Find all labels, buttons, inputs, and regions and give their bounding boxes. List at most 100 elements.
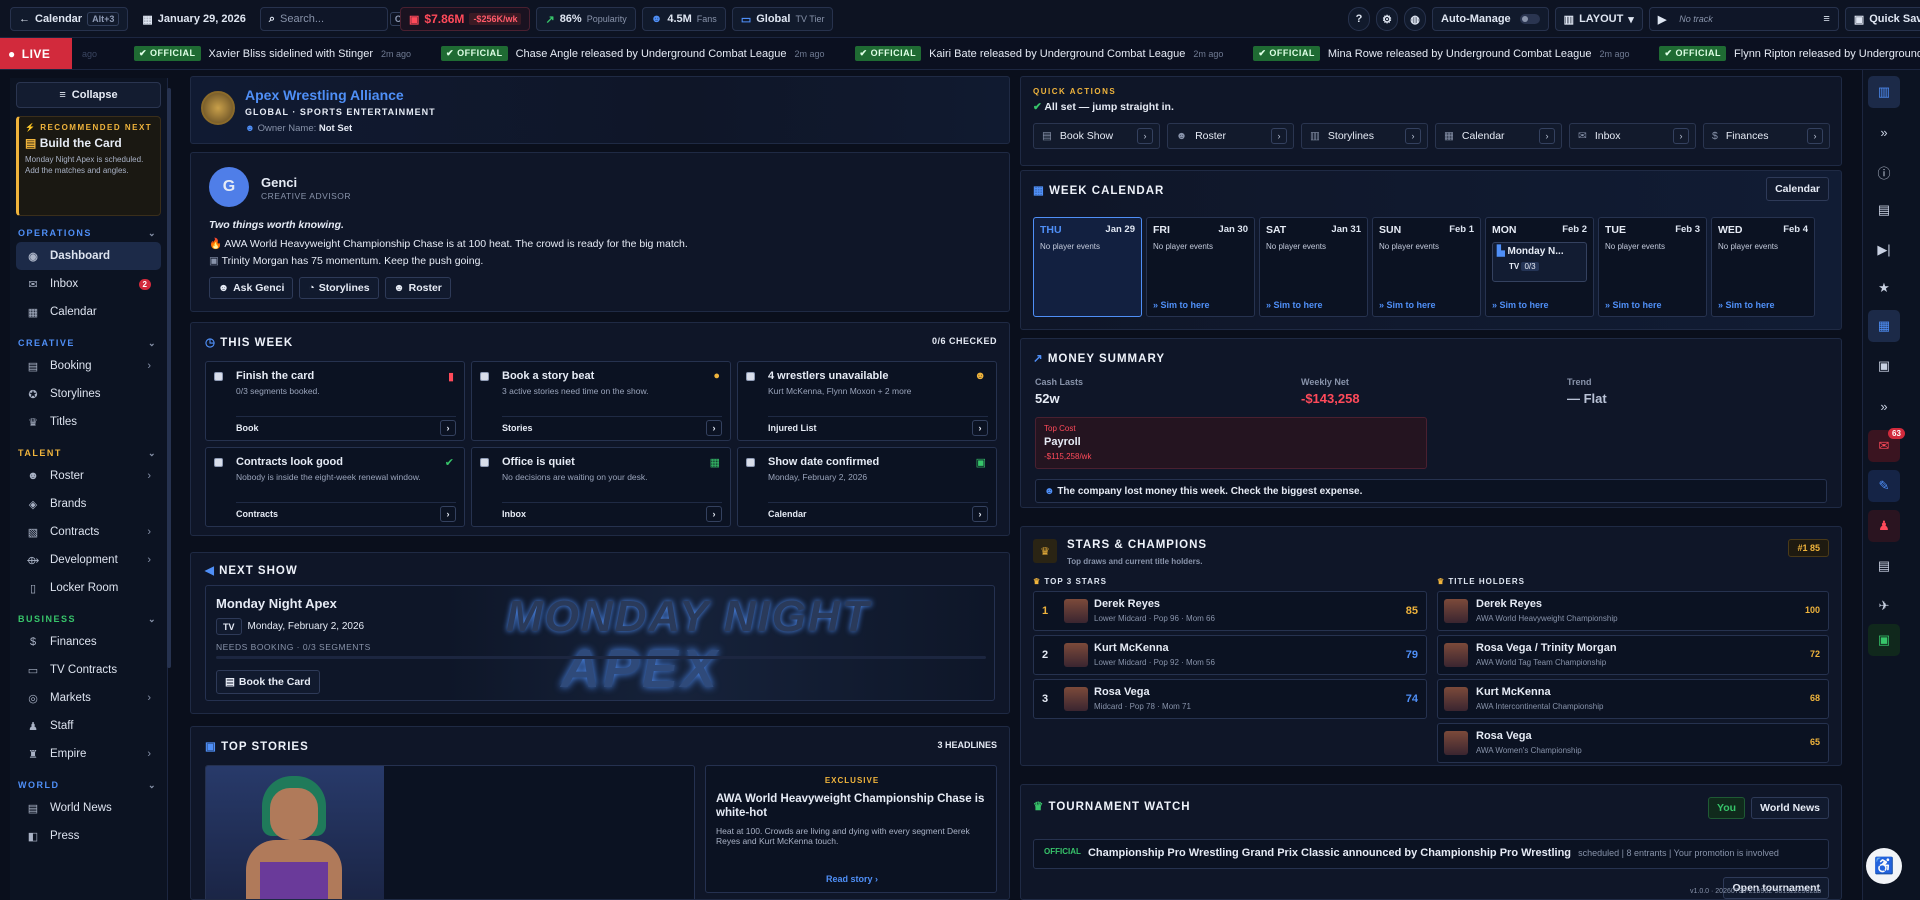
sim-to-here-link[interactable]: » Sim to here xyxy=(1153,300,1210,310)
day-column-thu[interactable]: THU Jan 29 No player events xyxy=(1033,217,1142,317)
popularity-display[interactable]: ↗ 86% Popularity xyxy=(536,7,636,31)
day-column-sat[interactable]: SAT Jan 31 No player events» Sim to here xyxy=(1259,217,1368,317)
task-card[interactable]: Finish the card 0/3 segments booked. ▮ Book… xyxy=(205,361,465,441)
music-player[interactable]: ▶ No track ≡ xyxy=(1648,7,1839,31)
open-calendar-button[interactable]: Calendar xyxy=(1766,177,1829,201)
star-row[interactable]: 1 Derek Reyes Lower Midcard · Pop 96 · M… xyxy=(1033,591,1427,631)
news-icon[interactable]: ▤ xyxy=(1868,550,1900,582)
sidebar-item-inbox[interactable]: ✉ Inbox 2 xyxy=(16,270,161,298)
day-column-fri[interactable]: FRI Jan 30 No player events» Sim to here xyxy=(1146,217,1255,317)
sidebar-item-empire[interactable]: ♜ Empire › xyxy=(16,740,161,768)
sidebar-scrollbar[interactable] xyxy=(167,88,171,668)
day-column-tue[interactable]: TUE Feb 3 No player events» Sim to here xyxy=(1598,217,1707,317)
task-card[interactable]: Book a story beat 3 active stories need t… xyxy=(471,361,731,441)
chevrons-right-icon[interactable]: » xyxy=(1868,116,1900,148)
sidebar-item-titles[interactable]: ♛ Titles xyxy=(16,408,161,436)
collapse-button[interactable]: ≡ Collapse xyxy=(16,82,161,108)
quick-action-inbox[interactable]: ✉ Inbox › xyxy=(1569,123,1696,149)
equalizer-icon[interactable]: ≡ xyxy=(1823,13,1829,25)
next-show-card[interactable]: MONDAY NIGHT APEX Monday Night Apex TV M… xyxy=(205,585,995,701)
task-card[interactable]: 4 wrestlers unavailable Kurt McKenna, Fly… xyxy=(737,361,997,441)
title-holder-row[interactable]: Rosa Vega AWA Women's Championship 65 xyxy=(1437,723,1829,763)
sim-to-here-link[interactable]: » Sim to here xyxy=(1492,300,1549,310)
task-card[interactable]: Office is quiet No decisions are waiting … xyxy=(471,447,731,527)
title-holder-row[interactable]: Kurt McKenna AWA Intercontinental Champi… xyxy=(1437,679,1829,719)
top-cost-card[interactable]: Top Cost Payroll -$115,258/wk xyxy=(1035,417,1427,469)
fast-forward-icon[interactable]: » xyxy=(1868,390,1900,422)
filter-world-news-button[interactable]: World News xyxy=(1751,797,1829,819)
sidebar-item-tv-contracts[interactable]: ▭ TV Contracts xyxy=(16,656,161,684)
cash-display[interactable]: ▣ $7.86M -$256K/wk xyxy=(400,7,531,31)
user-alert-icon[interactable]: ♟ xyxy=(1868,510,1900,542)
edit-icon[interactable]: ✎ xyxy=(1868,470,1900,502)
calendar-alt-icon[interactable]: ▣ xyxy=(1868,350,1900,382)
sidebar-item-booking[interactable]: ▤ Booking › xyxy=(16,352,161,380)
section-operations[interactable]: OPERATIONS ⌄ xyxy=(10,224,167,242)
ticker-item[interactable]: ✔ OFFICIAL Chase Angle released by Underg… xyxy=(441,46,825,61)
ask-genci-button[interactable]: ☻ Ask Genci xyxy=(209,277,294,299)
sim-to-here-link[interactable]: » Sim to here xyxy=(1605,300,1662,310)
calendar-show-event[interactable]: ▙ Monday N... TV 0/3 xyxy=(1492,242,1587,282)
search-box[interactable]: ⌕ Search... xyxy=(259,7,388,31)
quick-save-button[interactable]: ▣Quick Save xyxy=(1844,7,1920,31)
panel-layout-icon[interactable]: ▥ xyxy=(1868,76,1900,108)
flight-icon[interactable]: ✈ xyxy=(1868,590,1900,622)
book-the-card-button[interactable]: ▤ Book the Card xyxy=(216,670,320,694)
filter-you-button[interactable]: You xyxy=(1708,797,1746,819)
day-column-mon[interactable]: MON Feb 2 ▙ Monday N... TV 0/3 » Sim to h… xyxy=(1485,217,1594,317)
quick-action-finances[interactable]: $ Finances › xyxy=(1703,123,1830,149)
task-card[interactable]: Contracts look good Nobody is inside the … xyxy=(205,447,465,527)
globe-icon[interactable]: ◍ xyxy=(1404,7,1426,31)
play-icon[interactable]: ▶ xyxy=(1658,13,1666,26)
quick-action-storylines[interactable]: ▥ Storylines › xyxy=(1301,123,1428,149)
sim-to-here-link[interactable]: » Sim to here xyxy=(1718,300,1775,310)
star-row[interactable]: 3 Rosa Vega Midcard · Pop 78 · Mom 71 74 xyxy=(1033,679,1427,719)
fans-display[interactable]: ☻ 4.5M Fans xyxy=(641,7,726,31)
sim-to-here-link[interactable]: » Sim to here xyxy=(1379,300,1436,310)
section-world[interactable]: WORLD ⌄ xyxy=(10,776,167,794)
sidebar-item-contracts[interactable]: ▧ Contracts › xyxy=(16,518,161,546)
section-talent[interactable]: TALENT ⌄ xyxy=(10,444,167,462)
quick-action-calendar[interactable]: ▦ Calendar › xyxy=(1435,123,1562,149)
sidebar-item-brands[interactable]: ◈ Brands xyxy=(16,490,161,518)
calendar-icon[interactable]: ▦ xyxy=(1868,310,1900,342)
save-icon[interactable]: ▣ xyxy=(1868,624,1900,656)
sim-to-here-link[interactable]: » Sim to here xyxy=(1266,300,1323,310)
task-checkbox[interactable] xyxy=(746,458,755,467)
storylines-button[interactable]: ◔ Storylines xyxy=(299,277,379,299)
section-creative[interactable]: CREATIVE ⌄ xyxy=(10,334,167,352)
sidebar-item-storylines[interactable]: ✪ Storylines xyxy=(16,380,161,408)
sidebar-item-development[interactable]: ⟴ Development › xyxy=(16,546,161,574)
star-row[interactable]: 2 Kurt McKenna Lower Midcard · Pop 92 · … xyxy=(1033,635,1427,675)
auto-manage-toggle[interactable]: Auto-Manage xyxy=(1432,7,1549,31)
tournament-item[interactable]: OFFICIAL Championship Pro Wrestling Gran… xyxy=(1033,839,1829,869)
task-checkbox[interactable] xyxy=(480,458,489,467)
owner-name[interactable]: ☻ Owner Name: Not Set xyxy=(245,123,352,134)
roster-button[interactable]: ☻ Roster xyxy=(384,277,451,299)
ticker-item[interactable]: ✔ OFFICIAL Kairi Bate released by Undergr… xyxy=(854,46,1223,61)
ticker-item[interactable]: ✔ OFFICIAL Mina Rowe released by Undergro… xyxy=(1253,46,1629,61)
quick-action-book-show[interactable]: ▤ Book Show › xyxy=(1033,123,1160,149)
skip-forward-icon[interactable]: ▶| xyxy=(1868,234,1900,266)
recommended-next-card[interactable]: ⚡ RECOMMENDED NEXT ▤ Build the Card Mond… xyxy=(16,116,161,216)
task-checkbox[interactable] xyxy=(480,372,489,381)
task-checkbox[interactable] xyxy=(214,458,223,467)
quick-action-roster[interactable]: ☻ Roster › xyxy=(1167,123,1294,149)
sidebar-item-staff[interactable]: ♟ Staff xyxy=(16,712,161,740)
accessibility-icon[interactable]: ♿ xyxy=(1866,848,1902,884)
star-icon[interactable]: ★ xyxy=(1868,272,1900,304)
task-checkbox[interactable] xyxy=(746,372,755,381)
day-column-sun[interactable]: SUN Feb 1 No player events» Sim to here xyxy=(1372,217,1481,317)
section-business[interactable]: BUSINESS ⌄ xyxy=(10,610,167,628)
task-checkbox[interactable] xyxy=(214,372,223,381)
sidebar-item-world-news[interactable]: ▤ World News xyxy=(16,794,161,822)
day-column-wed[interactable]: WED Feb 4 No player events» Sim to here xyxy=(1711,217,1815,317)
sidebar-item-calendar[interactable]: ▦ Calendar xyxy=(16,298,161,326)
story-image-card[interactable] xyxy=(205,765,695,899)
info-icon[interactable]: ⓘ xyxy=(1868,156,1900,188)
ticker-item[interactable]: ✔ OFFICIAL Xavier Bliss sidelined with St… xyxy=(134,46,411,61)
sidebar-item-finances[interactable]: $ Finances xyxy=(16,628,161,656)
exclusive-story-card[interactable]: EXCLUSIVE AWA World Heavyweight Champion… xyxy=(705,765,997,893)
search-input[interactable]: Search... xyxy=(280,13,324,25)
sidebar-item-dashboard[interactable]: ◉ Dashboard xyxy=(16,242,161,270)
